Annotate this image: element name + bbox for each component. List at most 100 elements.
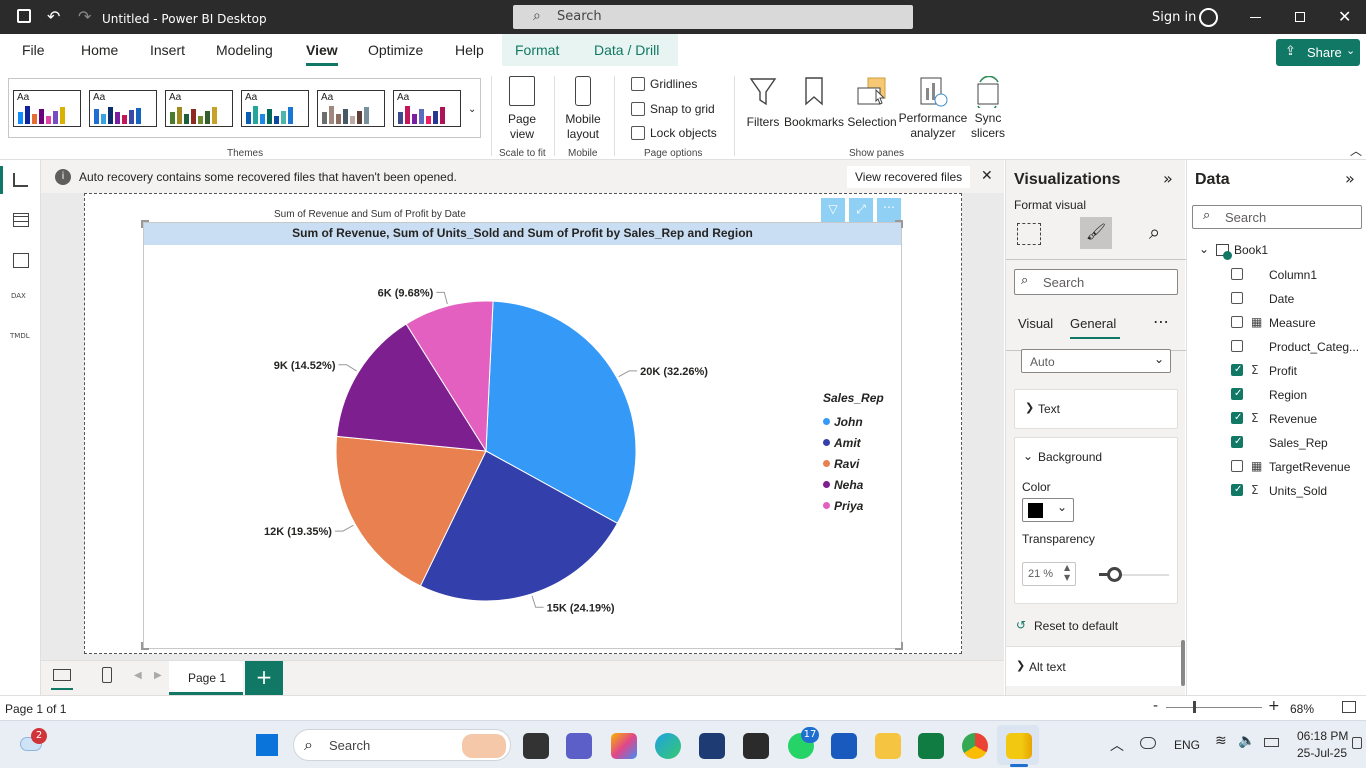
- copilot-icon[interactable]: [611, 733, 637, 759]
- file-explorer-icon[interactable]: [875, 733, 901, 759]
- field-item[interactable]: Σ Units_Sold: [1187, 482, 1366, 506]
- menu-modeling[interactable]: Modeling: [216, 42, 273, 58]
- build-visual-icon[interactable]: [1017, 223, 1041, 245]
- field-item[interactable]: Σ Revenue: [1187, 410, 1366, 434]
- format-search-box[interactable]: ⌕ Search: [1014, 269, 1178, 295]
- tmdl-view-icon[interactable]: TMDL: [10, 332, 30, 340]
- view-recovered-files-button[interactable]: View recovered files: [847, 166, 971, 188]
- format-visual-icon[interactable]: 🖌: [1080, 217, 1112, 249]
- pie-chart-visual[interactable]: Sum of Revenue, Sum of Units_Sold and Su…: [141, 220, 903, 650]
- alt-text-section[interactable]: ❯ Alt text: [1006, 646, 1181, 686]
- filter-icon[interactable]: ▽: [821, 198, 845, 222]
- close-icon[interactable]: ✕: [1338, 7, 1351, 26]
- dax-query-icon[interactable]: DAX: [11, 292, 26, 300]
- reset-to-default-button[interactable]: Reset to default: [1034, 619, 1118, 633]
- gridlines-checkbox[interactable]: [631, 77, 645, 91]
- field-item[interactable]: Sales_Rep: [1187, 434, 1366, 458]
- more-options-icon[interactable]: ⋯: [877, 198, 901, 222]
- field-checkbox[interactable]: [1231, 388, 1243, 400]
- tab-visual[interactable]: Visual: [1018, 316, 1053, 331]
- share-button[interactable]: ⇪ Share ⌄: [1276, 39, 1360, 66]
- task-view-icon[interactable]: [523, 733, 549, 759]
- chevron-down-icon[interactable]: ⌄: [1023, 449, 1033, 463]
- lock-objects-checkbox[interactable]: [631, 126, 645, 140]
- field-item[interactable]: Column1: [1187, 266, 1366, 290]
- menu-view[interactable]: View: [306, 42, 338, 58]
- next-page-icon[interactable]: ▶: [154, 670, 162, 681]
- zoom-slider[interactable]: [1166, 707, 1262, 708]
- page-tab-page-1[interactable]: Page 1: [169, 661, 243, 695]
- theme-2[interactable]: Aa: [89, 90, 157, 127]
- text-section[interactable]: ❯ Text: [1014, 389, 1178, 429]
- data-search-box[interactable]: ⌕ Search: [1192, 205, 1362, 229]
- theme-4[interactable]: Aa: [241, 90, 309, 127]
- transparency-spinner[interactable]: 21 % ▲ ▼: [1022, 562, 1076, 586]
- language-indicator[interactable]: ENG: [1174, 738, 1200, 752]
- field-item[interactable]: Date: [1187, 290, 1366, 314]
- field-checkbox[interactable]: [1231, 292, 1243, 304]
- field-item[interactable]: Region: [1187, 386, 1366, 410]
- field-checkbox[interactable]: [1231, 340, 1243, 352]
- field-checkbox[interactable]: [1231, 460, 1243, 472]
- chevron-down-icon[interactable]: ⌄: [1199, 242, 1209, 256]
- edge-icon[interactable]: [655, 733, 681, 759]
- word-icon[interactable]: [831, 733, 857, 759]
- menu-insert[interactable]: Insert: [150, 42, 185, 58]
- legend-item-priya[interactable]: Priya: [823, 495, 863, 516]
- mobile-layout-button[interactable]: Mobile layout: [561, 76, 605, 142]
- prev-page-icon[interactable]: ◀: [134, 670, 142, 681]
- filters-button[interactable]: Filters: [743, 76, 783, 129]
- selection-button[interactable]: Selection: [846, 76, 898, 129]
- performance-analyzer-button[interactable]: Performance analyzer: [898, 76, 968, 141]
- field-checkbox[interactable]: [1231, 484, 1243, 496]
- legend-item-neha[interactable]: Neha: [823, 474, 863, 495]
- legend-item-amit[interactable]: Amit: [823, 432, 863, 453]
- account-icon[interactable]: [1199, 8, 1218, 27]
- excel-icon[interactable]: [918, 733, 944, 759]
- ssms-icon[interactable]: [699, 733, 725, 759]
- collapse-pane-icon[interactable]: »: [1163, 169, 1173, 188]
- search-box[interactable]: ⌕ Search: [513, 5, 913, 29]
- battery-icon[interactable]: [1264, 738, 1279, 747]
- zoom-out-button[interactable]: -: [1153, 698, 1158, 714]
- background-section-label[interactable]: Background: [1038, 450, 1102, 464]
- menu-format[interactable]: Format: [515, 42, 559, 58]
- collapse-ribbon-icon[interactable]: ︿: [1350, 142, 1362, 159]
- color-picker[interactable]: ⌄: [1022, 498, 1074, 522]
- restore-icon[interactable]: [1295, 12, 1305, 22]
- redo-icon[interactable]: ↷: [78, 7, 91, 26]
- legend-item-ravi[interactable]: Ravi: [823, 453, 863, 474]
- theme-3[interactable]: Aa: [165, 90, 233, 127]
- auto-dropdown[interactable]: Auto ⌄: [1021, 349, 1171, 373]
- more-options-icon[interactable]: ⋯: [1153, 312, 1169, 331]
- field-item[interactable]: Σ Profit: [1187, 362, 1366, 386]
- transparency-slider-thumb[interactable]: [1106, 567, 1122, 582]
- start-icon[interactable]: [256, 734, 278, 756]
- pane-scrollbar[interactable]: [1181, 640, 1185, 686]
- menu-file[interactable]: File: [22, 42, 45, 58]
- sync-slicers-button[interactable]: Sync slicers: [968, 75, 1008, 141]
- field-checkbox[interactable]: [1231, 436, 1243, 448]
- fit-page-icon[interactable]: [1342, 701, 1356, 713]
- reset-icon[interactable]: ↺: [1016, 618, 1026, 632]
- field-checkbox[interactable]: [1231, 364, 1243, 376]
- menu-data-drill[interactable]: Data / Drill: [594, 42, 659, 58]
- table-view-icon[interactable]: [13, 213, 29, 227]
- menu-optimize[interactable]: Optimize: [368, 42, 423, 58]
- add-page-button[interactable]: +: [245, 661, 283, 695]
- resize-handle[interactable]: [141, 220, 149, 228]
- field-checkbox[interactable]: [1231, 412, 1243, 424]
- analytics-icon[interactable]: ⌕: [1149, 220, 1160, 244]
- menu-home[interactable]: Home: [81, 42, 118, 58]
- bookmarks-button[interactable]: Bookmarks: [784, 76, 844, 129]
- tab-general[interactable]: General: [1070, 316, 1116, 331]
- resize-handle[interactable]: [895, 220, 903, 228]
- table-name[interactable]: Book1: [1234, 243, 1268, 257]
- taskbar-search-box[interactable]: ⌕ Search: [293, 729, 511, 761]
- collapse-pane-icon[interactable]: »: [1345, 169, 1355, 188]
- clock-time[interactable]: 06:18 PM: [1297, 729, 1348, 743]
- network-cloud-icon[interactable]: [1140, 737, 1156, 749]
- wifi-icon[interactable]: ≋: [1215, 733, 1227, 749]
- focus-mode-icon[interactable]: ⤢: [849, 198, 873, 222]
- field-item[interactable]: ▦ Measure: [1187, 314, 1366, 338]
